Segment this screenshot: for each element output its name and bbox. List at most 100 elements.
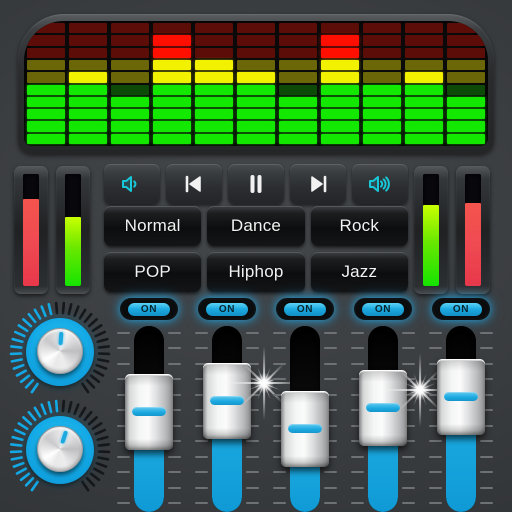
spectrum-cell bbox=[195, 59, 233, 71]
preset-label: Dance bbox=[230, 216, 282, 235]
eq-tick bbox=[246, 440, 259, 443]
spectrum-cell bbox=[153, 72, 191, 83]
eq-band-5: ON bbox=[429, 298, 493, 512]
spectrum-cell bbox=[111, 109, 149, 120]
spectrum-cell bbox=[27, 121, 65, 132]
toggle-label: ON bbox=[284, 302, 326, 316]
preset-label: Normal bbox=[124, 216, 181, 235]
eq-tick bbox=[117, 347, 130, 350]
spectrum-cell bbox=[195, 35, 233, 46]
spectrum-cell bbox=[321, 109, 359, 120]
eq-thumb[interactable] bbox=[281, 390, 329, 467]
eq-tick bbox=[351, 332, 364, 334]
eq-tick bbox=[402, 347, 415, 350]
spectrum-cell bbox=[279, 35, 317, 46]
sparkle-ray bbox=[418, 353, 422, 427]
toggle-label: ON bbox=[128, 302, 170, 316]
eq-track-wrap bbox=[117, 326, 181, 512]
spectrum-cell bbox=[363, 96, 401, 108]
spectrum-cell bbox=[27, 84, 65, 95]
eq-band-1-toggle[interactable]: ON bbox=[120, 298, 178, 320]
eq-tick bbox=[273, 378, 286, 381]
spectrum-cell bbox=[27, 109, 65, 120]
spectrum-cell bbox=[279, 72, 317, 83]
vu-fill bbox=[465, 203, 481, 286]
spectrum-cell bbox=[363, 23, 401, 34]
spectrum-cell bbox=[69, 84, 107, 95]
eq-tick bbox=[429, 486, 442, 489]
eq-tick bbox=[195, 501, 208, 504]
previous-button[interactable] bbox=[166, 164, 222, 204]
spectrum-cell bbox=[153, 84, 191, 95]
preset-normal[interactable]: Normal bbox=[104, 206, 202, 246]
preset-hiphop[interactable]: Hiphop bbox=[207, 252, 305, 292]
spectrum-cell bbox=[111, 59, 149, 71]
thumb-grip-top bbox=[359, 371, 407, 382]
eq-band-4-toggle[interactable]: ON bbox=[354, 298, 412, 320]
spectrum-cell bbox=[237, 121, 275, 132]
vu-meter-right-1 bbox=[414, 166, 448, 294]
eq-tick bbox=[273, 362, 286, 365]
spectrum-column bbox=[111, 23, 149, 144]
spectrum-cell bbox=[69, 109, 107, 120]
volume-up-button[interactable] bbox=[352, 164, 408, 204]
spectrum-cell bbox=[69, 72, 107, 83]
spectrum-cell bbox=[363, 133, 401, 144]
spectrum-cell bbox=[27, 72, 65, 83]
eq-thumb[interactable] bbox=[203, 363, 251, 440]
eq-band-3-toggle[interactable]: ON bbox=[276, 298, 334, 320]
spectrum-cell bbox=[405, 84, 443, 95]
spectrum-column bbox=[363, 23, 401, 144]
spectrum-column bbox=[69, 23, 107, 144]
thumb-grip-bottom bbox=[281, 455, 329, 467]
eq-thumb[interactable] bbox=[437, 359, 485, 435]
spectrum-cell bbox=[27, 47, 65, 58]
treble-knob-ring bbox=[26, 416, 94, 484]
preset-label: Jazz bbox=[341, 262, 378, 281]
next-button[interactable] bbox=[290, 164, 346, 204]
spectrum-cell bbox=[363, 35, 401, 46]
eq-tick bbox=[480, 486, 493, 489]
spectrum-cell bbox=[69, 47, 107, 58]
spectrum-cell bbox=[405, 35, 443, 46]
treble-knob[interactable] bbox=[8, 398, 112, 502]
preset-buttons: Normal Dance Rock POP Hiphop Jazz bbox=[104, 206, 408, 292]
sparkle-ray bbox=[262, 346, 266, 421]
spectrum-cell bbox=[279, 23, 317, 34]
vu-meter-right-2 bbox=[456, 166, 490, 294]
bass-knob[interactable] bbox=[8, 300, 112, 404]
eq-band-5-toggle[interactable]: ON bbox=[432, 298, 490, 320]
eq-tick bbox=[168, 501, 181, 504]
eq-tick bbox=[351, 347, 364, 350]
toggle-label: ON bbox=[206, 302, 248, 316]
spectrum-cell bbox=[321, 121, 359, 132]
eq-thumb[interactable] bbox=[359, 370, 407, 446]
preset-rock[interactable]: Rock bbox=[310, 206, 408, 246]
eq-thumb[interactable] bbox=[125, 374, 173, 451]
eq-tick bbox=[402, 471, 415, 474]
preset-pop[interactable]: POP bbox=[104, 252, 202, 292]
spectrum-column bbox=[447, 23, 485, 144]
spectrum-cell bbox=[321, 35, 359, 46]
pause-button[interactable] bbox=[228, 164, 284, 204]
spectrum-cell bbox=[405, 133, 443, 144]
skip-previous-icon bbox=[181, 173, 207, 195]
volume-down-button[interactable] bbox=[104, 164, 160, 204]
spectrum-cell bbox=[195, 23, 233, 34]
preset-jazz[interactable]: Jazz bbox=[310, 252, 408, 292]
eq-tick bbox=[429, 332, 442, 334]
eq-tick bbox=[273, 471, 286, 474]
spectrum-cell bbox=[153, 109, 191, 120]
spectrum-cell bbox=[447, 35, 485, 46]
eq-tick bbox=[429, 501, 442, 504]
preset-dance[interactable]: Dance bbox=[207, 206, 305, 246]
spectrum-cell bbox=[195, 72, 233, 83]
eq-band-2-toggle[interactable]: ON bbox=[198, 298, 256, 320]
eq-tick bbox=[402, 362, 415, 365]
equalizer-bands: ON ON ON ON ON bbox=[117, 298, 510, 512]
vu-slot bbox=[423, 174, 439, 286]
eq-tick bbox=[402, 332, 415, 334]
spectrum-cell bbox=[447, 133, 485, 144]
preset-label: POP bbox=[134, 262, 171, 281]
eq-tick bbox=[246, 455, 259, 458]
